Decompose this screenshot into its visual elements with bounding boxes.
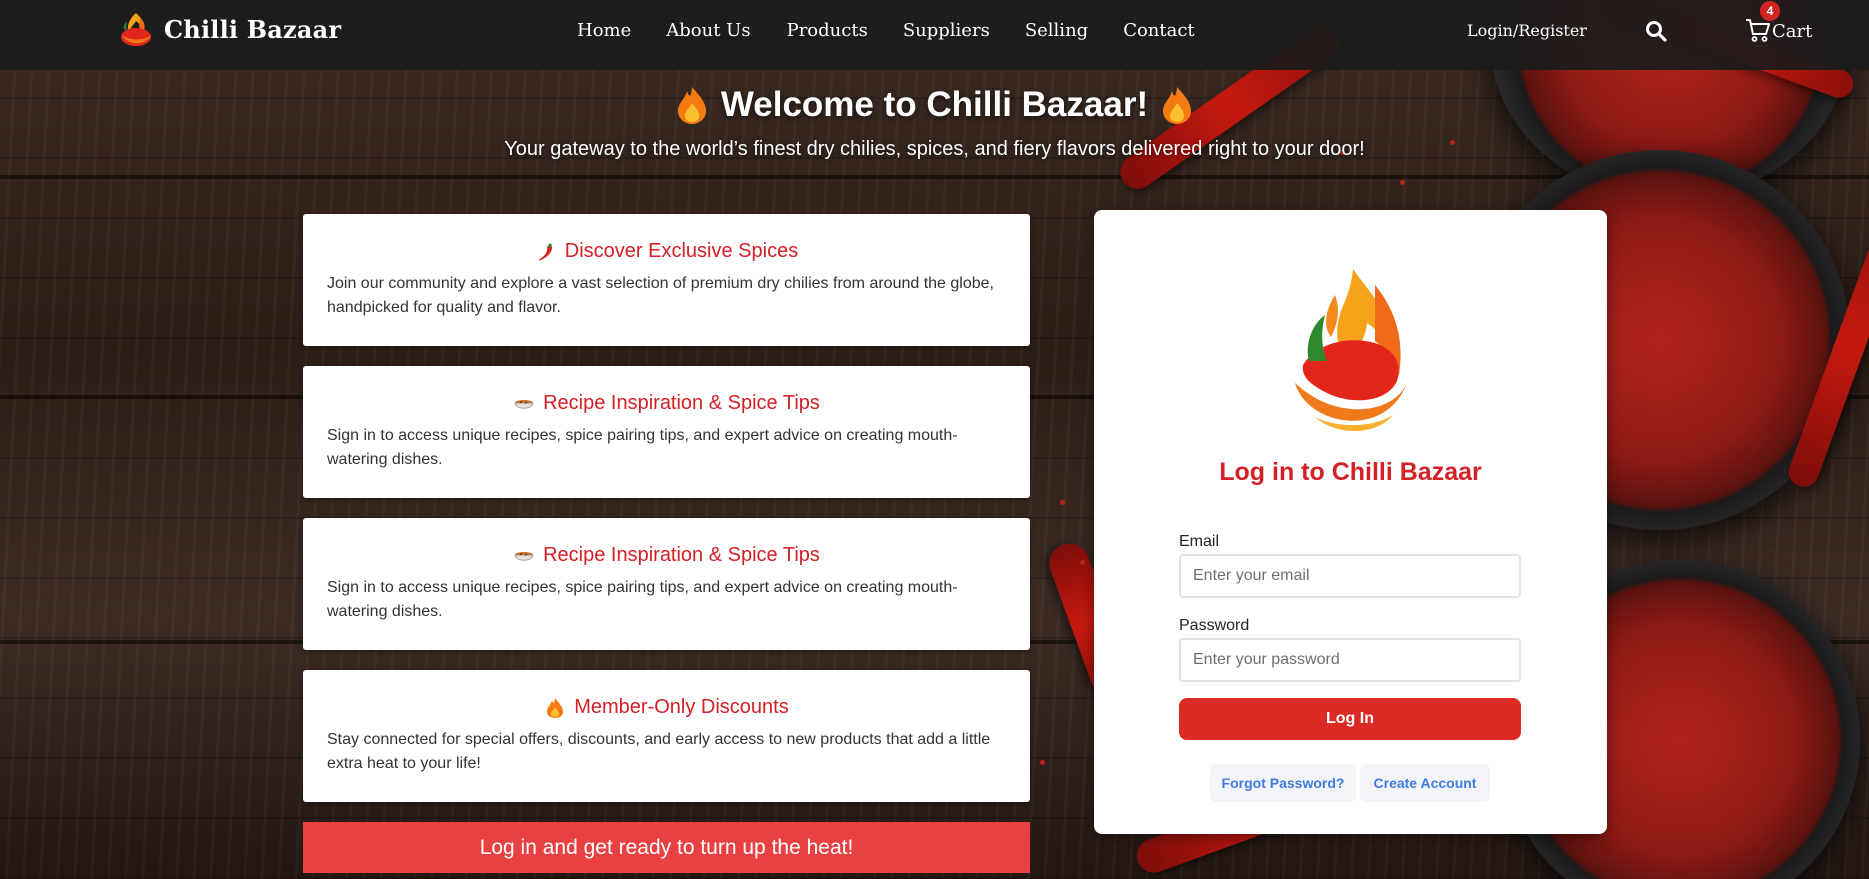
nav-selling-link[interactable]: Selling [1025, 20, 1088, 41]
login-title: Log in to Chilli Bazaar [1219, 458, 1482, 486]
feature-card-text: Join our community and explore a vast se… [327, 275, 994, 316]
feature-card-text: Sign in to access unique recipes, spice … [327, 579, 958, 620]
login-button[interactable]: Log In [1179, 698, 1521, 740]
cart-button[interactable]: Cart 4 [1744, 1, 1813, 44]
cart-label: Cart [1772, 21, 1813, 42]
chili-pepper-icon [538, 242, 552, 260]
password-label: Password [1179, 617, 1250, 634]
feature-card-title: Recipe Inspiration & Spice Tips [327, 544, 1006, 567]
flame-icon [677, 87, 706, 124]
brand-name: Chilli Bazaar [164, 14, 342, 44]
feature-card-text: Stay connected for special offers, disco… [327, 731, 991, 772]
brand[interactable]: Chilli Bazaar [116, 9, 341, 49]
feature-card-text: Sign in to access unique recipes, spice … [327, 427, 958, 468]
feature-card: Member-Only Discounts Stay connected for… [303, 670, 1030, 802]
login-card: Log in to Chilli Bazaar Email Password L… [1094, 210, 1607, 834]
hero-heading: Welcome to Chilli Bazaar! [0, 85, 1869, 125]
password-field[interactable] [1179, 638, 1521, 682]
curry-bowl-icon [514, 399, 534, 409]
chili-flame-logo-icon [121, 13, 151, 46]
login-register-link[interactable]: Login/Register [1467, 21, 1587, 40]
flame-icon [1163, 87, 1192, 124]
create-account-button[interactable]: Create Account [1360, 764, 1490, 802]
hero-subtitle: Your gateway to the world’s finest dry c… [504, 138, 1365, 160]
forgot-password-button[interactable]: Forgot Password? [1210, 764, 1356, 802]
feature-card-title-text: Recipe Inspiration & Spice Tips [543, 392, 820, 414]
nav-contact-link[interactable]: Contact [1123, 20, 1194, 41]
feature-card-title-text: Recipe Inspiration & Spice Tips [543, 544, 820, 566]
chili-flame-logo-icon [1295, 269, 1407, 431]
search-icon[interactable] [1645, 20, 1667, 42]
feature-card-title: Discover Exclusive Spices [327, 240, 1006, 263]
nav-about-link[interactable]: About Us [666, 20, 750, 41]
nav-products-link[interactable]: Products [787, 20, 868, 41]
feature-card: Recipe Inspiration & Spice Tips Sign in … [303, 366, 1030, 498]
feature-card-title-text: Member-Only Discounts [574, 696, 789, 718]
email-label: Email [1179, 533, 1220, 550]
feature-card: Discover Exclusive Spices Join our commu… [303, 214, 1030, 346]
cart-count-badge: 4 [1760, 1, 1780, 21]
main-nav: Home About Us Products Suppliers Selling… [577, 20, 1230, 41]
feature-card-title-text: Discover Exclusive Spices [564, 240, 799, 262]
navbar: Chilli Bazaar Home About Us Products Sup… [0, 0, 1869, 70]
feature-card: Recipe Inspiration & Spice Tips Sign in … [303, 518, 1030, 650]
flame-icon [547, 697, 564, 718]
curry-bowl-icon [514, 551, 534, 561]
nav-suppliers-link[interactable]: Suppliers [903, 20, 990, 41]
feature-card-title: Recipe Inspiration & Spice Tips [327, 392, 1006, 415]
email-field[interactable] [1179, 554, 1521, 598]
feature-card-title: Member-Only Discounts [327, 696, 1006, 719]
nav-home-link[interactable]: Home [577, 20, 631, 41]
hero-title: Welcome to Chilli Bazaar! [720, 85, 1149, 124]
cta-banner: Log in and get ready to turn up the heat… [303, 822, 1030, 873]
